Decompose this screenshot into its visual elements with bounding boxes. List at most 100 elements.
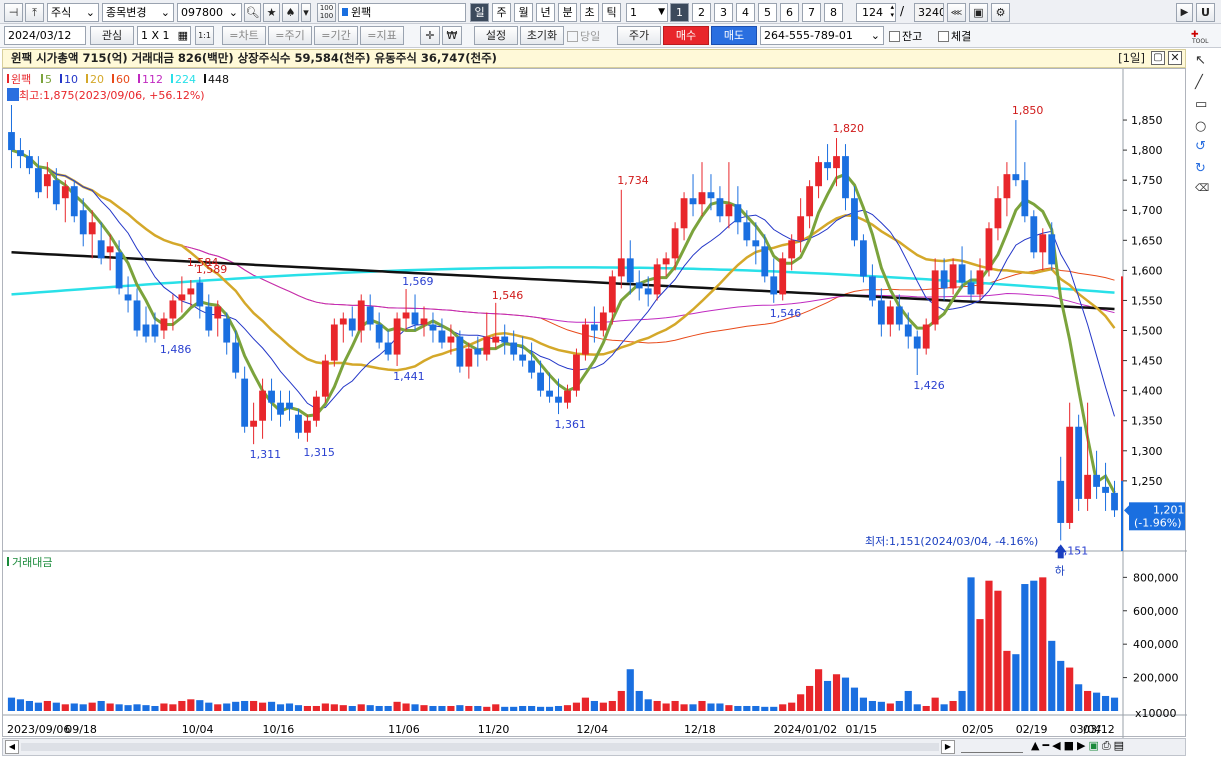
period-tab-6[interactable]: 틱 [602, 3, 621, 22]
chart-tab-0[interactable]: =차트 [222, 26, 266, 45]
expand-icon[interactable]: ⋘ [947, 3, 966, 22]
price-button[interactable]: 주가 [617, 26, 661, 45]
search-icon[interactable]: 🔍︎ [244, 3, 261, 22]
page-button-5[interactable]: 5 [758, 3, 777, 22]
sell-button[interactable]: 매도 [711, 26, 757, 45]
scroll-track[interactable] [21, 743, 939, 751]
chart-tab-1[interactable]: =주기 [268, 26, 312, 45]
chart-panel[interactable]: 윈팩 5 10 20 60 112 224 448 최고:1,875(2023/09/06, +… [2, 68, 1187, 738]
volume-bar-19 [178, 700, 186, 711]
zoom-slider[interactable] [961, 741, 1023, 753]
one-to-one-icon[interactable]: 1:1 [195, 26, 214, 45]
collapse-left-icon[interactable]: ▶ [1176, 3, 1193, 22]
settings-button[interactable]: 설정 [474, 26, 518, 45]
delete-all-icon[interactable]: ⌫ [1195, 183, 1209, 194]
undo-icon[interactable]: ↺ [1195, 139, 1206, 154]
page-button-6[interactable]: 6 [780, 3, 799, 22]
save-icon[interactable]: ▣ [969, 3, 988, 22]
today-checkbox[interactable]: 당일 [567, 28, 600, 44]
zoom-out-icon[interactable]: ━ [1042, 739, 1052, 752]
page-button-4[interactable]: 4 [736, 3, 755, 22]
count-input[interactable]: 124 ▴ ▾ [856, 3, 896, 22]
code-input[interactable]: 097800 ⌄ [177, 3, 242, 22]
bottom-scrollbar[interactable]: ◀ ▶ ▲━◀■▶▣⎙▤ [2, 738, 1186, 756]
scroll-top-icon[interactable]: ⤒ [25, 3, 44, 22]
page-button-1[interactable]: 1 [670, 3, 689, 22]
volume-bar-105 [949, 700, 957, 711]
market-select[interactable]: 주식 ⌄ [47, 3, 99, 22]
interval-select[interactable]: 1 ▼ [626, 3, 668, 22]
watch-button[interactable]: 관심 [90, 26, 134, 45]
scroll-left-icon[interactable]: ◀ [5, 740, 19, 754]
layout-field[interactable]: 1 X 1 ▦ [137, 26, 191, 45]
period-tab-3[interactable]: 년 [536, 3, 555, 22]
balance-checkbox[interactable]: 잔고 [889, 28, 922, 44]
period-tab-2[interactable]: 월 [514, 3, 533, 22]
reset-button[interactable]: 초기화 [520, 26, 564, 45]
crosshair-icon[interactable]: ✛ [420, 26, 440, 45]
image-icon[interactable]: ▤ [1114, 739, 1127, 752]
page-button-7[interactable]: 7 [802, 3, 821, 22]
maximize-icon[interactable]: ▢ [1151, 51, 1165, 65]
buy-button[interactable]: 매수 [663, 26, 709, 45]
period-tab-0[interactable]: 일 [470, 3, 489, 22]
grid-icon[interactable]: 100 100 [317, 3, 336, 22]
candle-body-72 [653, 264, 661, 295]
candle-body-121 [1093, 474, 1100, 487]
candle-body-42 [384, 342, 392, 355]
price-chart[interactable]: 윈팩 5 10 20 60 112 224 448최고:1,875(2023/09/06, +… [3, 69, 1187, 738]
user-icon[interactable]: U [1196, 3, 1215, 22]
candle-body-61 [555, 396, 562, 403]
candle-body-43 [393, 318, 401, 355]
chevron-down-icon: ⌄ [870, 29, 880, 42]
play-icon[interactable]: ▶ [1077, 739, 1088, 752]
print-icon[interactable]: ⎙ [1102, 739, 1114, 752]
extreme-label-6: 1,546 [492, 289, 524, 302]
star-icon[interactable]: ★ [263, 3, 280, 22]
page-button-8[interactable]: 8 [824, 3, 843, 22]
filled-checkbox[interactable]: 체결 [938, 28, 971, 44]
candle-body-0 [8, 132, 15, 151]
close-icon[interactable]: ✕ [1168, 51, 1182, 65]
rewind-icon[interactable]: ◀ [1052, 739, 1063, 752]
date-field[interactable]: 2024/03/12 [4, 26, 86, 45]
dropdown-small-icon[interactable]: ▾ [301, 3, 311, 22]
stock-change-select[interactable]: 종목변경 ⌄ [102, 3, 174, 22]
period-tab-5[interactable]: 초 [580, 3, 599, 22]
chart-tab-2[interactable]: =기간 [314, 26, 358, 45]
page-button-2[interactable]: 2 [692, 3, 711, 22]
legend-swatch-6 [171, 74, 173, 83]
scroll-right-icon[interactable]: ▶ [941, 740, 955, 754]
stop-icon[interactable]: ■ [1064, 739, 1077, 752]
account-select[interactable]: 264-555-789-01 ⌄ [760, 26, 884, 45]
volume-bar-89 [806, 685, 814, 711]
currency-icon[interactable]: ₩ [442, 26, 462, 45]
settings-icon[interactable]: ⚙ [991, 3, 1010, 22]
redo-icon[interactable]: ↻ [1195, 161, 1206, 176]
candle-body-2 [26, 156, 33, 169]
volume-bar-22 [205, 702, 213, 711]
excel-icon[interactable]: ▣ [1088, 739, 1101, 752]
period-tab-4[interactable]: 분 [558, 3, 577, 22]
page-button-3[interactable]: 3 [714, 3, 733, 22]
volume-bar-47 [429, 705, 437, 711]
spade-icon[interactable]: ♠ [282, 3, 299, 22]
pin-icon[interactable]: ⊣ [4, 3, 23, 22]
volume-bar-54 [492, 704, 500, 711]
candle-body-54 [492, 336, 500, 343]
volume-bar-78 [707, 703, 715, 711]
chart-tab-3[interactable]: =지표 [360, 26, 404, 45]
circle-tool-icon[interactable]: ○ [1195, 119, 1206, 134]
pointer-icon[interactable]: ↖ [1195, 53, 1206, 68]
stock-name-field[interactable]: 윈팩 [338, 3, 466, 22]
line-tool-icon[interactable]: ╱ [1195, 75, 1203, 90]
volume-bar-90 [814, 669, 823, 711]
candle-body-8 [79, 210, 87, 235]
legend-label-3: 20 [90, 73, 104, 86]
period-tab-1[interactable]: 주 [492, 3, 511, 22]
rectangle-tool-icon[interactable]: ▭ [1195, 97, 1207, 112]
candle-body-101 [913, 336, 921, 349]
volume-bar-68 [617, 690, 625, 711]
zoom-in-icon[interactable]: ▲ [1031, 739, 1042, 752]
legend-swatch-4 [112, 74, 114, 83]
